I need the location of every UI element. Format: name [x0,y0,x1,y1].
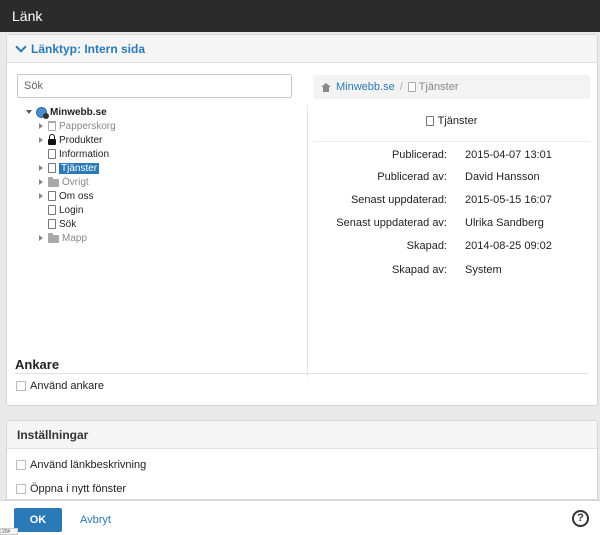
details-row: Skapad: 2014-08-25 09:02 [313,240,590,256]
checkbox-box[interactable] [16,484,26,494]
tree-item-label: Information [59,148,110,160]
tree-item-login[interactable]: Login [37,203,83,217]
expand-icon[interactable] [37,234,45,242]
tree-item-label: Mapp [62,232,88,244]
tree-item-mapp[interactable]: Mapp [37,231,87,245]
open-new-window-label: Öppna i nytt fönster [30,483,126,495]
checkbox-box[interactable] [16,381,26,391]
breadcrumb: Minwebb.se / Tjänster [313,75,590,99]
site-icon [36,106,49,119]
settings-heading: Inställningar [7,421,597,449]
details-label: Publicerad av: [377,171,447,183]
divider [313,141,590,142]
details-row: Skapad av: System [313,264,590,280]
divider [15,373,589,374]
details-value: 2015-05-15 16:07 [465,194,552,206]
lock-icon [48,134,56,145]
tree-item-sok[interactable]: Sök [37,217,76,231]
tree-item-information[interactable]: Information [37,147,109,161]
tree-item-label: Sök [59,218,77,230]
link-panel: Länktyp: Intern sida Minwebb.se Pappersk… [6,34,598,406]
folder-icon [48,233,59,243]
version-tag: 20# [0,528,18,535]
tree-item-label: Om oss [59,190,94,202]
details-value: Ulrika Sandberg [465,217,544,229]
help-icon[interactable]: ? [572,510,589,527]
tree-item-label: Papperskorg [59,120,116,132]
trash-icon [48,121,56,131]
details-row: Publicerad av: David Hansson [313,171,590,187]
tree-item-label: Övrigt [62,176,89,188]
details-row: Senast uppdaterad: 2015-05-15 16:07 [313,194,590,210]
details-title: Tjänster [313,115,590,127]
tree-item-label: Minwebb.se [50,106,107,118]
use-description-label: Använd länkbeskrivning [30,459,147,471]
ok-button[interactable]: OK [14,508,62,532]
dialog-footer: OK Avbryt ? [0,500,600,535]
tree-item-root[interactable]: Minwebb.se [25,105,107,119]
tree-item-label: Tjänster [59,162,100,174]
details-label: Skapad: [406,240,447,252]
page-icon [48,163,56,173]
use-anchor-checkbox[interactable]: Använd ankare [16,380,104,392]
expand-icon[interactable] [37,136,45,144]
details-value: System [465,264,502,276]
details-label: Senast uppdaterad: [350,194,447,206]
column-divider [307,105,308,377]
anchor-heading: Ankare [15,357,60,372]
details-label: Publicerad: [391,149,447,161]
details-row: Senast uppdaterad av: Ulrika Sandberg [313,217,590,233]
link-type-toggle[interactable]: Länktyp: Intern sida [7,35,597,63]
link-type-label: Länktyp: Intern sida [31,41,146,56]
tree-item-tjanster[interactable]: Tjänster [37,161,100,175]
page-icon [425,116,434,126]
tree-item-om-oss[interactable]: Om oss [37,189,93,203]
details-label: Senast uppdaterad av: [336,217,447,229]
search-input[interactable] [17,74,292,98]
page-icon [48,191,56,201]
breadcrumb-current-label: Tjänster [418,81,459,93]
folder-icon [48,177,59,187]
open-new-window-checkbox[interactable]: Öppna i nytt fönster [16,483,126,495]
expand-icon[interactable] [37,122,45,130]
tree-item-papperskorg[interactable]: Papperskorg [37,119,116,133]
collapse-icon[interactable] [25,108,33,116]
home-icon [321,82,331,92]
breadcrumb-current: Tjänster [407,81,459,93]
page-icon [48,219,56,229]
tree-item-produkter[interactable]: Produkter [37,133,102,147]
details-label: Skapad av: [391,264,447,276]
page-icon [48,205,56,215]
expand-icon[interactable] [37,178,45,186]
tree-item-ovrigt[interactable]: Övrigt [37,175,89,189]
window-title: Länk [0,0,600,32]
cancel-link[interactable]: Avbryt [80,514,111,526]
details-row: Publicerad: 2015-04-07 13:01 [313,149,590,165]
page-icon [48,149,56,159]
expand-icon[interactable] [37,192,45,200]
settings-panel: Inställningar Använd länkbeskrivning Öpp… [6,420,598,500]
details-value: 2015-04-07 13:01 [465,149,552,161]
breadcrumb-separator: / [399,81,403,93]
details-value: 2014-08-25 09:02 [465,240,552,252]
tree-item-label: Login [59,204,84,216]
checkbox-box[interactable] [16,460,26,470]
page-icon [407,82,416,92]
breadcrumb-root-link[interactable]: Minwebb.se [336,81,395,93]
chevron-down-icon [15,40,27,53]
details-value: David Hansson [465,171,540,183]
tree-item-label: Produkter [59,134,103,146]
use-anchor-label: Använd ankare [30,380,104,392]
use-description-checkbox[interactable]: Använd länkbeskrivning [16,459,146,471]
expand-icon[interactable] [37,164,45,172]
details-title-label: Tjänster [437,115,478,127]
